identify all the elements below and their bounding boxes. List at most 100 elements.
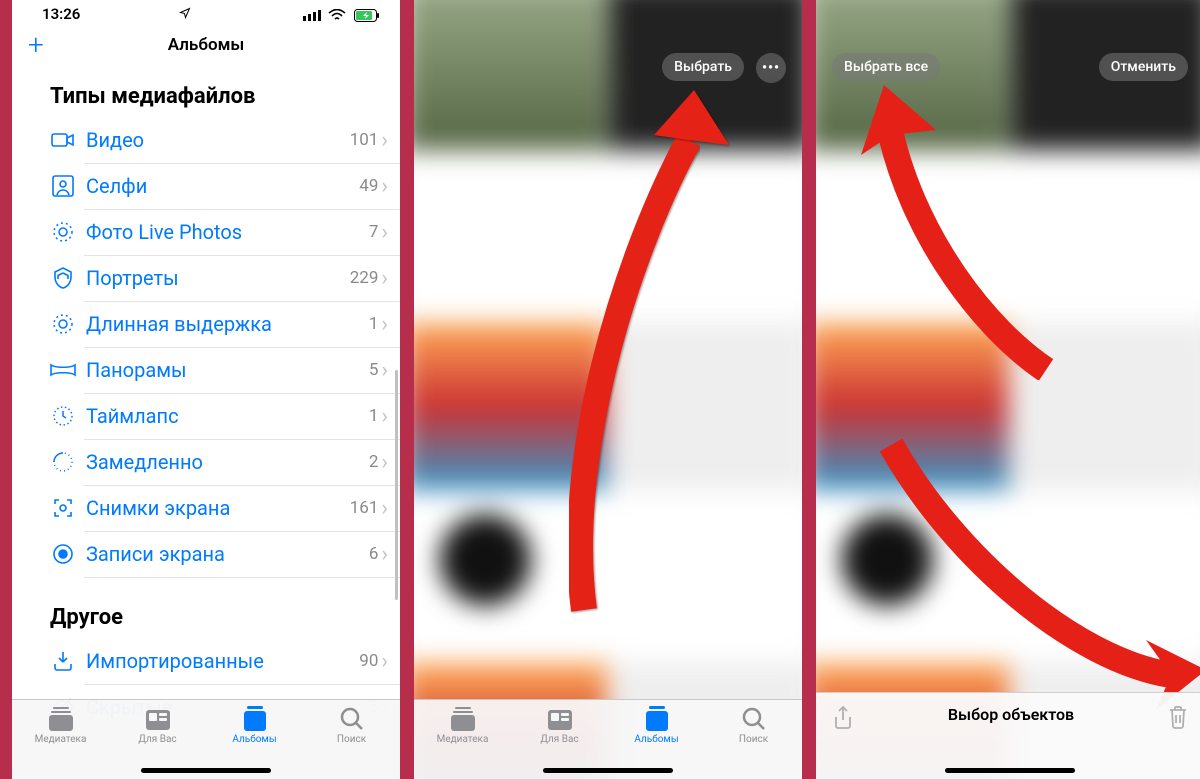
row-panoramas[interactable]: Панорамы 5 › <box>12 347 400 393</box>
timelapse-icon <box>50 403 76 429</box>
scroll-indicator[interactable] <box>395 370 398 600</box>
status-time: 13:26 <box>42 5 80 23</box>
tab-search[interactable]: Поиск <box>303 705 400 745</box>
row-label: Фото Live Photos <box>86 220 369 244</box>
selection-title: Выбор объектов <box>948 705 1074 724</box>
location-icon <box>179 7 191 22</box>
row-selfie[interactable]: Селфи 49 › <box>12 163 400 209</box>
library-icon <box>46 705 76 733</box>
tab-label: Для Вас <box>540 734 578 745</box>
row-label: Таймлапс <box>86 404 369 428</box>
phone-screen-selectall: Выбрать все Отменить Выбор объектов <box>816 0 1200 779</box>
row-slomo[interactable]: Замедленно 2 › <box>12 439 400 485</box>
panorama-icon <box>50 357 76 383</box>
row-longexposure[interactable]: Длинная выдержка 1 › <box>12 301 400 347</box>
row-label: Портреты <box>86 266 350 290</box>
tab-label: Альбомы <box>232 734 276 745</box>
select-button[interactable]: Выбрать <box>662 53 744 81</box>
blurred-photo-grid <box>816 0 1200 723</box>
chevron-right-icon: › <box>381 649 388 674</box>
home-indicator[interactable] <box>945 768 1075 773</box>
chevron-right-icon: › <box>381 220 388 245</box>
row-count: 5 <box>369 360 379 380</box>
screenshot-icon <box>50 495 76 521</box>
longexposure-icon <box>50 311 76 337</box>
share-icon <box>832 705 854 731</box>
albums-list: Типы медиафайлов Видео 101 › Селфи 49 › … <box>12 66 400 730</box>
row-label: Панорамы <box>86 358 369 382</box>
ellipsis-icon: ••• <box>762 60 780 76</box>
row-count: 161 <box>350 498 379 518</box>
livephoto-icon <box>50 219 76 245</box>
row-count: 2 <box>369 452 379 472</box>
albums-icon <box>642 705 672 733</box>
albums-icon <box>240 705 270 733</box>
chevron-right-icon: › <box>381 542 388 567</box>
library-icon <box>448 705 478 733</box>
row-label: Импортированные <box>86 649 359 673</box>
section-header-media: Типы медиафайлов <box>12 66 400 117</box>
tab-label: Медиатека <box>437 734 489 745</box>
row-portraits[interactable]: Портреты 229 › <box>12 255 400 301</box>
row-count: 1 <box>369 314 379 334</box>
row-video[interactable]: Видео 101 › <box>12 117 400 163</box>
row-livephotos[interactable]: Фото Live Photos 7 › <box>12 209 400 255</box>
foryou-icon <box>143 705 173 733</box>
tab-albums[interactable]: Альбомы <box>608 705 705 745</box>
nav-header: + Альбомы <box>12 25 400 66</box>
row-label: Видео <box>86 128 350 152</box>
tab-bar: Медиатека Для Вас Альбомы Поиск <box>414 699 802 779</box>
row-count: 1 <box>369 406 379 426</box>
row-screenrecord[interactable]: Записи экрана 6 › <box>12 531 400 577</box>
search-icon <box>739 705 769 733</box>
tab-bar: Медиатека Для Вас Альбомы Поиск <box>12 699 400 779</box>
chevron-right-icon: › <box>381 358 388 383</box>
tab-label: Для Вас <box>138 734 176 745</box>
chevron-right-icon: › <box>381 128 388 153</box>
tab-label: Поиск <box>337 734 366 745</box>
row-imported[interactable]: Импортированные 90 › <box>12 638 400 684</box>
search-icon <box>337 705 367 733</box>
page-title: Альбомы <box>12 35 400 55</box>
video-icon <box>50 127 76 153</box>
status-icons <box>299 5 380 23</box>
tab-label: Альбомы <box>634 734 678 745</box>
tab-albums[interactable]: Альбомы <box>206 705 303 745</box>
selection-toolbar: Выбор объектов <box>816 692 1200 779</box>
chevron-right-icon: › <box>381 266 388 291</box>
tab-search[interactable]: Поиск <box>705 705 802 745</box>
chevron-right-icon: › <box>381 496 388 521</box>
home-indicator[interactable] <box>141 768 271 773</box>
foryou-icon <box>545 705 575 733</box>
row-label: Длинная выдержка <box>86 312 369 336</box>
blurred-photo-grid <box>414 0 802 723</box>
home-indicator[interactable] <box>543 768 673 773</box>
select-all-button[interactable]: Выбрать все <box>832 53 940 81</box>
cancel-button[interactable]: Отменить <box>1099 53 1188 81</box>
row-count: 49 <box>359 176 378 196</box>
tab-library[interactable]: Медиатека <box>12 705 109 745</box>
tab-foryou[interactable]: Для Вас <box>511 705 608 745</box>
row-count: 90 <box>359 651 378 671</box>
share-button[interactable] <box>832 705 854 731</box>
import-icon <box>50 648 76 674</box>
chevron-right-icon: › <box>381 312 388 337</box>
row-label: Замедленно <box>86 450 369 474</box>
row-count: 101 <box>350 130 379 150</box>
row-count: 229 <box>350 268 379 288</box>
row-count: 7 <box>369 222 379 242</box>
tab-library[interactable]: Медиатека <box>414 705 511 745</box>
tab-foryou[interactable]: Для Вас <box>109 705 206 745</box>
slomo-icon <box>50 449 76 475</box>
chevron-right-icon: › <box>381 450 388 475</box>
trash-icon <box>1168 705 1188 729</box>
row-label: Селфи <box>86 174 359 198</box>
menu-button[interactable]: ••• <box>756 53 786 83</box>
row-label: Записи экрана <box>86 542 369 566</box>
screenrecord-icon <box>50 541 76 567</box>
trash-button[interactable] <box>1168 705 1188 729</box>
row-screenshots[interactable]: Снимки экрана 161 › <box>12 485 400 531</box>
chevron-right-icon: › <box>381 404 388 429</box>
row-timelapse[interactable]: Таймлапс 1 › <box>12 393 400 439</box>
status-bar: 13:26 <box>12 0 400 25</box>
